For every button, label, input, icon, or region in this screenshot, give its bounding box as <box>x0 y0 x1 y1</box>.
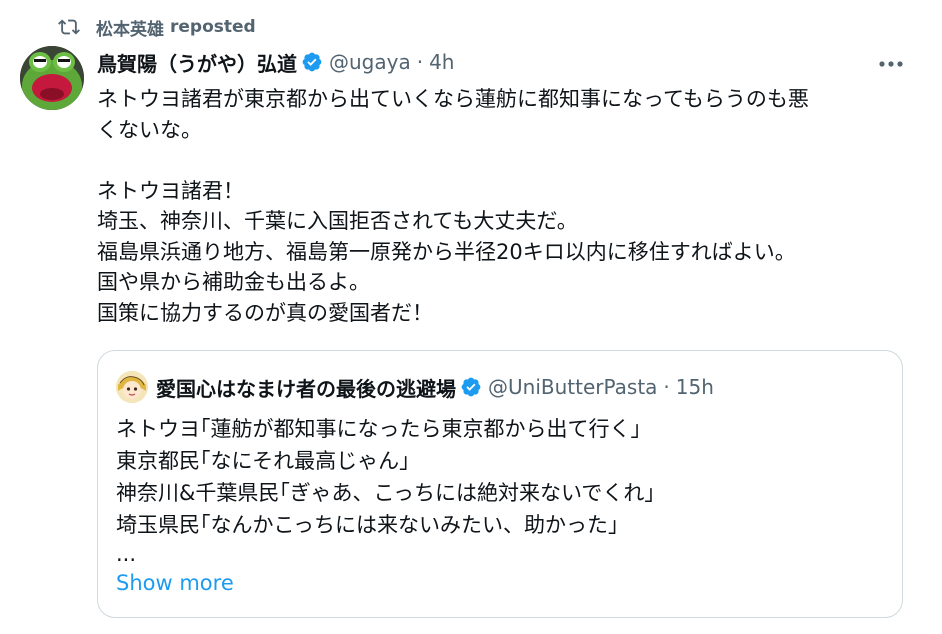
repost-icon <box>58 19 80 35</box>
post-text: ネトウヨ諸君が東京都から出ていくなら蓮舫に都知事になってもらうのも悪 くないな。… <box>97 84 907 328</box>
handle[interactable]: @ugaya <box>329 50 411 74</box>
repost-indicator: 松本英雄 reposted <box>58 14 256 40</box>
post-line: くないな。 <box>97 117 202 142</box>
quoted-handle[interactable]: @UniButterPasta <box>488 375 657 399</box>
quoted-display-name[interactable]: 愛国心はなまけ者の最後の逃避場 <box>156 373 456 402</box>
post-header: 鳥賀陽（うがや）弘道 @ugaya · 4h <box>97 46 454 78</box>
avatar-image <box>20 46 84 110</box>
post-line: 埼玉、神奈川、千葉に入国拒否されても大丈夫だ。 <box>97 209 578 233</box>
post-line-blank <box>97 145 907 176</box>
quoted-line-ellipsis: ... <box>116 542 137 566</box>
separator-dot: · <box>416 50 424 74</box>
quoted-line: 東京都民｢なにそれ最高じゃん｣ <box>116 449 410 473</box>
timestamp[interactable]: 4h <box>429 50 454 74</box>
verified-badge-icon <box>461 377 481 397</box>
avatar[interactable] <box>20 46 84 110</box>
post-line: ネトウヨ諸君が東京都から出ていくなら蓮舫に都知事になってもらうのも悪 <box>97 87 809 111</box>
post-line: 国策に協力するのが真の愛国者だ！ <box>97 300 433 325</box>
post-line: 国や県から補助金も出るよ。 <box>97 270 370 294</box>
show-more-link[interactable]: Show more <box>116 571 234 595</box>
quoted-post-header: 愛国心はなまけ者の最後の逃避場 @UniButterPasta · 15h <box>116 369 714 405</box>
repost-user[interactable]: 松本英雄 <box>96 15 164 40</box>
more-options-button[interactable] <box>873 52 909 76</box>
quoted-line: 神奈川&千葉県民｢ぎゃあ、こっちには絶対来ないでくれ｣ <box>116 481 655 505</box>
more-horizontal-icon <box>879 61 903 67</box>
verified-badge-icon <box>302 52 322 72</box>
quoted-avatar[interactable] <box>116 371 148 403</box>
post-line: ネトウヨ諸君！ <box>97 178 244 203</box>
quoted-line: 埼玉県民｢なんかこっちには来ないみたい、助かった｣ <box>116 513 619 537</box>
quoted-line: ネトウヨ｢蓮舫が都知事になったら東京都から出て行く｣ <box>116 417 641 441</box>
quoted-timestamp[interactable]: 15h <box>676 375 714 399</box>
display-name[interactable]: 鳥賀陽（うがや）弘道 <box>97 48 297 77</box>
repost-label: reposted <box>170 17 256 37</box>
separator-dot: · <box>663 375 670 399</box>
post-line: 福島県浜通り地方、福島第一原発から半径20キロ以内に移住すればよい。 <box>97 239 796 264</box>
quoted-post-text: ネトウヨ｢蓮舫が都知事になったら東京都から出て行く｣ 東京都民｢なにそれ最高じゃ… <box>116 413 886 567</box>
quoted-avatar-image <box>116 371 148 403</box>
quoted-post[interactable]: 愛国心はなまけ者の最後の逃避場 @UniButterPasta · 15h ネト… <box>97 350 903 618</box>
